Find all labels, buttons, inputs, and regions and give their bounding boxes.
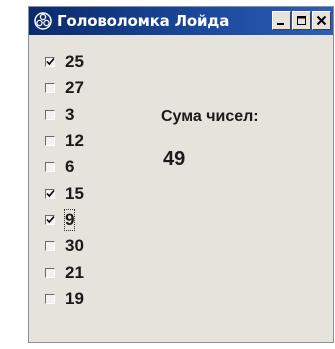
checkbox[interactable] [45,162,55,173]
maximize-button[interactable] [292,11,311,30]
minimize-button[interactable] [272,11,291,30]
checkbox-label[interactable]: 30 [65,236,84,256]
sum-label: Сума чисел: [161,108,259,125]
checkbox-label[interactable]: 19 [65,289,84,309]
checkbox-item[interactable]: 15 [45,180,84,206]
checkbox-item[interactable]: 30 [45,233,84,259]
maximize-icon [297,16,306,25]
checkbox-label[interactable]: 12 [65,131,84,151]
checkbox-item[interactable]: 27 [45,75,84,101]
sum-value: 49 [163,148,186,170]
checkbox-item[interactable]: 6 [45,154,84,180]
check-mark-icon [46,215,55,224]
checkbox-label[interactable]: 3 [65,105,74,125]
title-bar[interactable]: Головоломка Лойда [29,7,333,35]
number-checkbox-list: 25 27 3 12 6 15 9 30 21 19 [45,49,84,312]
checkbox[interactable] [45,136,55,147]
minimize-icon [277,23,284,25]
title-buttons [272,11,331,30]
checkbox-item[interactable]: 3 [45,102,84,128]
checkbox-item[interactable]: 9 [45,207,84,233]
checkbox[interactable] [45,188,55,199]
close-icon [316,15,327,26]
checkbox-item[interactable]: 25 [45,49,84,75]
check-mark-icon [46,189,55,197]
app-window: Головоломка Лойда 25 27 3 12 6 15 9 30 2… [28,6,334,343]
checkbox[interactable] [45,267,55,278]
checkbox[interactable] [45,241,55,252]
checkbox[interactable] [45,293,55,304]
window-title: Головоломка Лойда [57,12,230,30]
checkbox-item[interactable]: 21 [45,259,84,285]
checkbox-item[interactable]: 19 [45,286,84,312]
checkbox-label[interactable]: 15 [65,184,84,204]
checkbox-label[interactable]: 21 [65,263,84,283]
checkbox[interactable] [45,214,55,225]
checkbox-label[interactable]: 25 [65,52,84,72]
check-mark-icon [46,58,55,66]
checkbox-label[interactable]: 27 [65,78,84,98]
checkbox-item[interactable]: 12 [45,128,84,154]
checkbox-label[interactable]: 6 [65,157,74,177]
gear-flower-icon[interactable] [33,11,53,31]
close-button[interactable] [312,11,331,30]
checkbox[interactable] [45,109,55,120]
checkbox[interactable] [45,57,55,68]
checkbox[interactable] [45,83,55,94]
checkbox-label[interactable]: 9 [63,208,76,231]
